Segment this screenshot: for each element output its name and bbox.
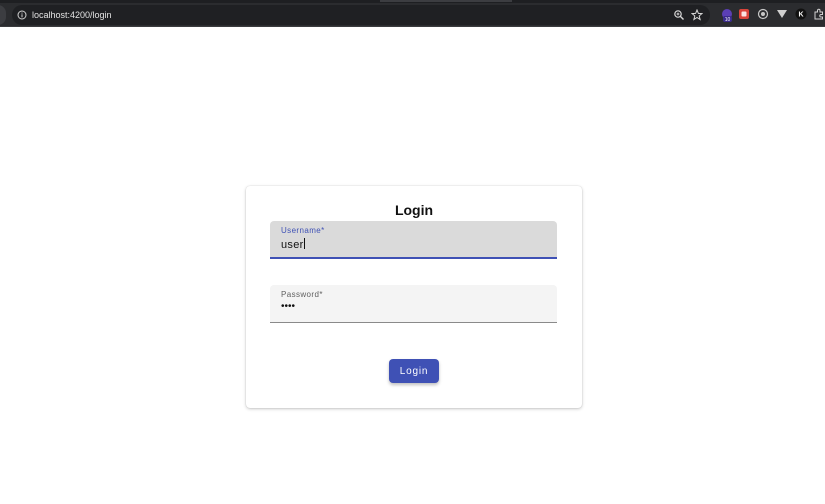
extensions-puzzle-icon[interactable] [813, 8, 825, 20]
browser-toolbar: localhost:4200/login 10 K [0, 3, 825, 27]
extension-k-icon[interactable]: K [795, 8, 807, 20]
password-field[interactable]: Password* •••• [270, 285, 557, 323]
svg-text:10: 10 [725, 17, 731, 22]
active-tab-hint[interactable] [380, 0, 512, 2]
login-card: Login Username* user Password* •••• Logi… [246, 186, 582, 408]
bookmark-star-icon[interactable] [691, 9, 703, 21]
username-label: Username* [281, 226, 325, 235]
username-input[interactable]: user [281, 238, 306, 251]
extension-red-icon[interactable] [738, 8, 750, 20]
extension-circle-icon[interactable] [757, 8, 769, 20]
text-caret [304, 238, 306, 249]
zoom-icon[interactable] [673, 9, 685, 21]
info-icon[interactable] [17, 10, 27, 20]
login-title: Login [394, 202, 434, 218]
password-input[interactable]: •••• [281, 301, 295, 312]
back-button[interactable] [0, 5, 6, 25]
username-value: user [281, 239, 304, 251]
password-label: Password* [281, 290, 323, 299]
login-button[interactable]: Login [389, 359, 439, 383]
extension-v-icon[interactable] [776, 8, 788, 20]
extension-badge-icon[interactable]: 10 [720, 8, 734, 22]
username-field[interactable]: Username* user [270, 221, 557, 259]
svg-text:K: K [798, 12, 803, 19]
address-bar[interactable]: localhost:4200/login [12, 5, 710, 25]
url-text[interactable]: localhost:4200/login [32, 8, 112, 22]
